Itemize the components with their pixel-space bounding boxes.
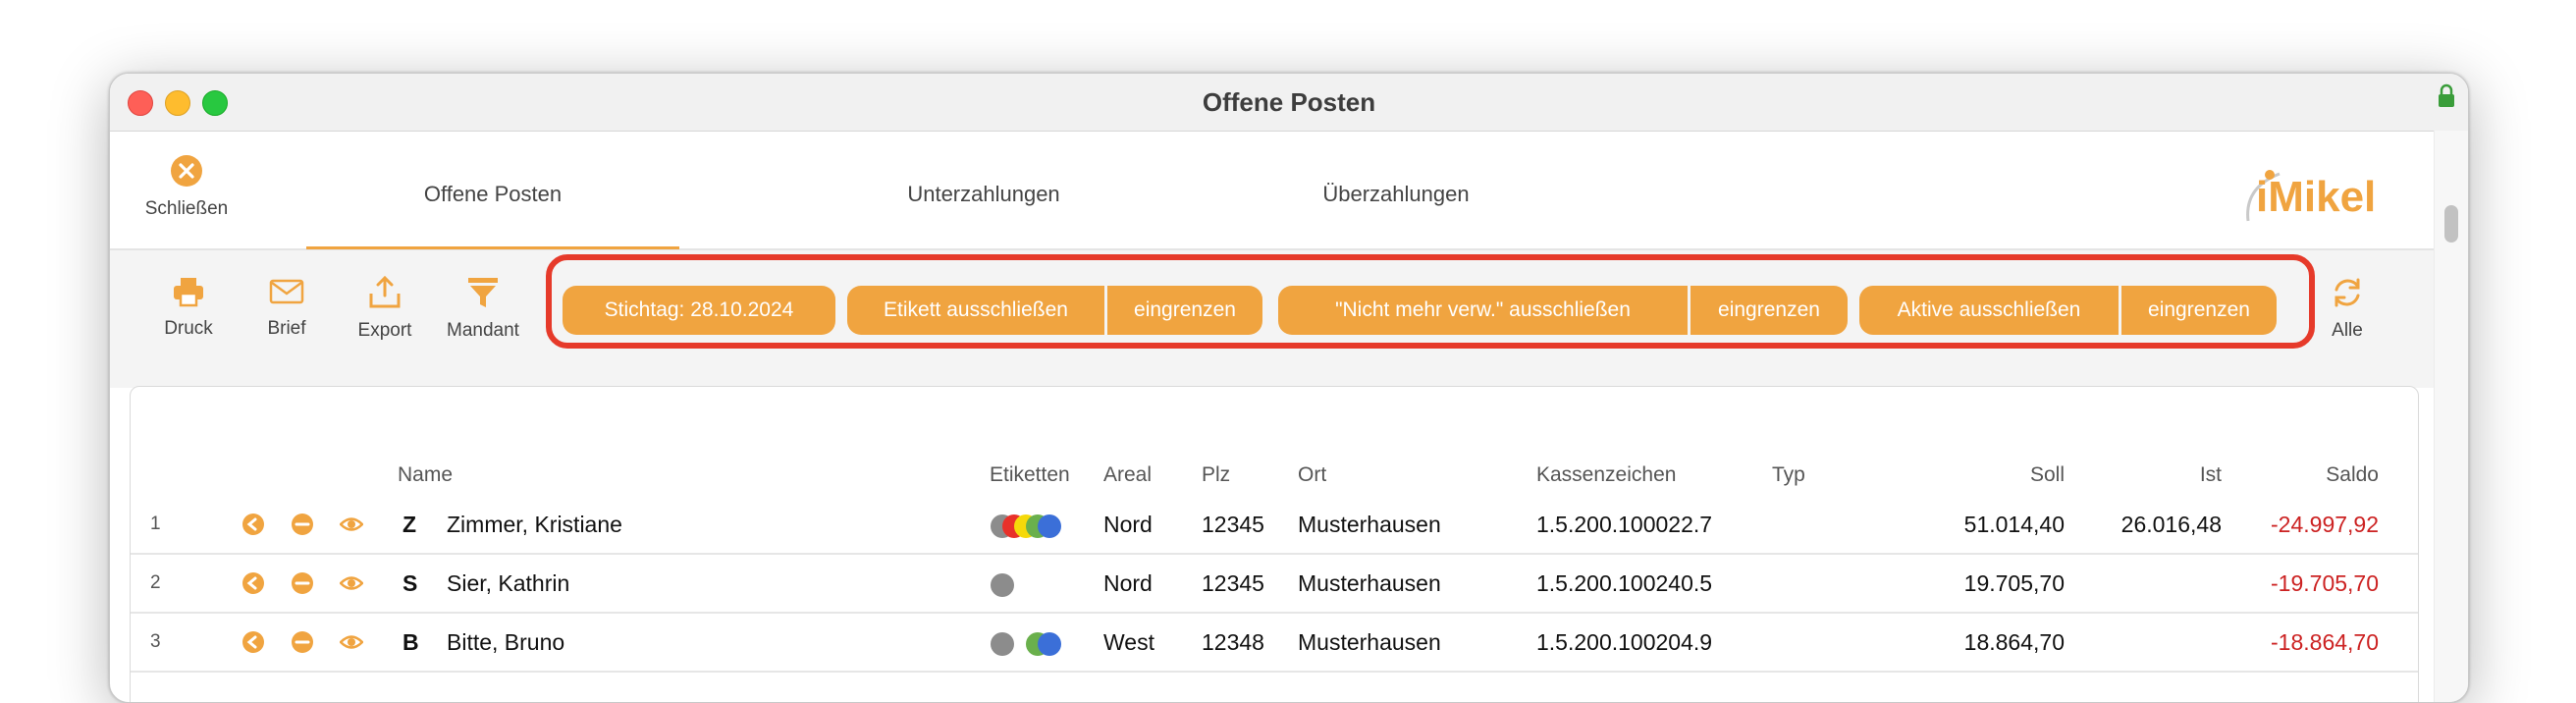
alle-label: Alle (2332, 320, 2363, 341)
cell-areal: West (1103, 629, 1154, 655)
arrow-left-icon[interactable] (242, 630, 265, 659)
app-window: Offene Posten Schließen Offene Posten Un… (109, 73, 2469, 703)
col-header-plz[interactable]: Plz (1202, 463, 1230, 487)
cell-soll: 51.014,40 (1963, 512, 2065, 537)
col-header-name[interactable]: Name (398, 463, 453, 487)
row-index: 1 (150, 514, 161, 534)
nicht-mehr-verw-eingrenzen-button[interactable]: eingrenzen (1690, 286, 1848, 335)
cell-ort: Musterhausen (1298, 570, 1441, 596)
cell-saldo: -19.705,70 (2271, 570, 2379, 596)
alle-button[interactable]: Alle (2303, 276, 2391, 342)
minus-icon[interactable] (291, 630, 314, 659)
cell-kassenzeichen: 1.5.200.100022.7 (1536, 512, 1713, 537)
col-header-etiketten[interactable]: Etiketten (990, 463, 1070, 487)
aktive-eingrenzen-button[interactable]: eingrenzen (2121, 286, 2277, 335)
title-bar: Offene Posten (110, 74, 2468, 132)
arrow-left-icon[interactable] (242, 513, 265, 541)
name-initial: B (402, 629, 419, 655)
scrollbar-thumb[interactable] (2444, 205, 2458, 243)
tab-ueberzahlungen[interactable]: Überzahlungen (1209, 131, 1583, 248)
cell-areal: Nord (1103, 570, 1153, 596)
stichtag-button[interactable]: Stichtag: 28.10.2024 (563, 286, 835, 335)
printer-icon (172, 278, 205, 311)
minus-icon[interactable] (291, 513, 314, 541)
brief-label: Brief (267, 318, 306, 339)
name-initial: S (402, 570, 418, 596)
active-tab-indicator (306, 246, 679, 249)
lock-icon (2437, 83, 2456, 114)
minus-icon[interactable] (291, 571, 314, 600)
cell-kassenzeichen: 1.5.200.100240.5 (1536, 570, 1713, 596)
refresh-icon (2331, 278, 2364, 313)
aktive-ausschliessen-button[interactable]: Aktive ausschließen (1859, 286, 2119, 335)
cell-plz: 12345 (1202, 512, 1264, 537)
cell-name: Bitte, Bruno (447, 629, 565, 655)
svg-text:iMikel: iMikel (2256, 173, 2376, 221)
tab-unterzahlungen[interactable]: Unterzahlungen (797, 131, 1170, 248)
cell-plz: 12345 (1202, 570, 1264, 596)
export-label: Export (357, 320, 412, 341)
cell-soll: 18.864,70 (1963, 629, 2065, 655)
name-initial: Z (402, 512, 417, 537)
table-row[interactable]: 2 S Sier, Kathrin Nord 12345 Musterhause… (131, 555, 2418, 614)
brief-button[interactable]: Brief (242, 276, 331, 340)
row-index: 2 (150, 572, 161, 593)
close-button[interactable]: Schließen (139, 154, 234, 220)
druck-button[interactable]: Druck (144, 276, 233, 340)
cell-kassenzeichen: 1.5.200.100204.9 (1536, 629, 1713, 655)
etikett-eingrenzen-button[interactable]: eingrenzen (1107, 286, 1262, 335)
toolbar: Druck Brief Export Mandant Stichtag: 28.… (110, 250, 2435, 388)
druck-label: Druck (164, 318, 213, 339)
col-header-kassenzeichen[interactable]: Kassenzeichen (1536, 463, 1676, 487)
window-title: Offene Posten (1202, 87, 1376, 117)
label-dot-gray (991, 573, 1014, 597)
col-header-ist[interactable]: Ist (2074, 463, 2222, 487)
nicht-mehr-verw-ausschliessen-button[interactable]: "Nicht mehr verw." ausschließen (1278, 286, 1688, 335)
col-header-saldo[interactable]: Saldo (2231, 463, 2379, 487)
col-header-typ[interactable]: Typ (1772, 463, 1805, 487)
table-row[interactable]: 3 B Bitte, Bruno West 12348 Musterhausen… (131, 614, 2418, 673)
close-button-label: Schließen (144, 198, 229, 219)
col-header-soll[interactable]: Soll (1917, 463, 2065, 487)
tab-offene-posten[interactable]: Offene Posten (306, 131, 679, 248)
col-header-areal[interactable]: Areal (1103, 463, 1152, 487)
open-items-table: Name Etiketten Areal Plz Ort Kassenzeich… (130, 386, 2419, 702)
cell-ort: Musterhausen (1298, 512, 1441, 537)
table-row[interactable]: 1 Z Zimmer, Kristiane Nord 12345 Musterh… (131, 496, 2418, 555)
cell-name: Sier, Kathrin (447, 570, 570, 596)
eye-icon[interactable] (339, 513, 364, 541)
label-dot-blue (1038, 632, 1061, 656)
arrow-left-icon[interactable] (242, 571, 265, 600)
cell-name: Zimmer, Kristiane (447, 512, 622, 537)
mandant-button[interactable]: Mandant (439, 276, 527, 342)
imikel-logo: iMikel (2240, 160, 2397, 234)
close-circle-icon (170, 155, 203, 191)
cell-saldo: -18.864,70 (2271, 629, 2379, 655)
etikett-ausschliessen-button[interactable]: Etikett ausschließen (847, 286, 1104, 335)
label-dot-gray (991, 632, 1014, 656)
cell-areal: Nord (1103, 512, 1153, 537)
eye-icon[interactable] (339, 630, 364, 659)
vertical-scrollbar[interactable] (2434, 131, 2468, 702)
label-dot-blue (1038, 514, 1061, 538)
cell-ist: 26.016,48 (2120, 512, 2222, 537)
envelope-icon (269, 279, 304, 311)
export-button[interactable]: Export (341, 275, 429, 342)
cell-plz: 12348 (1202, 629, 1264, 655)
cell-soll: 19.705,70 (1963, 570, 2065, 596)
eye-icon[interactable] (339, 571, 364, 600)
col-header-ort[interactable]: Ort (1298, 463, 1326, 487)
cell-saldo: -24.997,92 (2271, 512, 2379, 537)
filter-funnel-icon (466, 278, 500, 313)
export-icon (367, 275, 402, 313)
row-index: 3 (150, 631, 161, 652)
mandant-label: Mandant (447, 320, 519, 341)
tab-bar: Schließen Offene Posten Unterzahlungen Ü… (110, 131, 2435, 250)
cell-ort: Musterhausen (1298, 629, 1441, 655)
